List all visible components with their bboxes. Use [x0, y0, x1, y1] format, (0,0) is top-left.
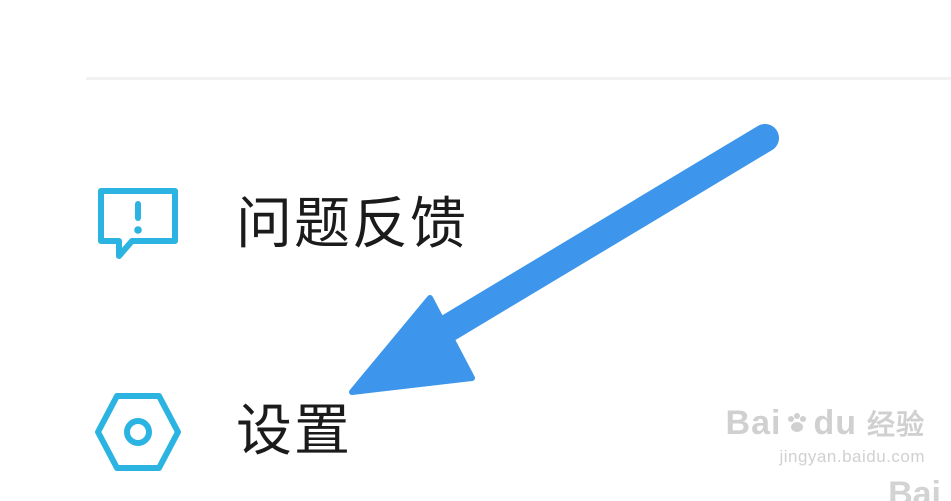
menu-item-label: 设置 [236, 399, 352, 464]
watermark-ghost-text: Bai [888, 479, 941, 501]
watermark-brand-zh: 经验 [866, 408, 925, 441]
settings-hexagon-icon [92, 386, 184, 478]
watermark-brand-text: Bai [725, 403, 782, 442]
watermark-url: jingyan.baidu.com [779, 447, 925, 466]
watermark-brand-suffix: du [813, 403, 857, 442]
watermark-ghost: Bai [831, 479, 951, 501]
feedback-exclamation-icon [92, 179, 184, 271]
menu-item-feedback[interactable]: 问题反馈 [92, 175, 612, 275]
paw-icon [788, 413, 807, 432]
watermark-brand: Bai du 经验 [726, 403, 925, 443]
divider [86, 77, 951, 80]
menu-item-settings[interactable]: 设置 [92, 382, 612, 482]
watermark: Bai du 经验 jingyan.baidu.com [726, 403, 925, 467]
menu-item-label: 问题反馈 [236, 192, 468, 257]
